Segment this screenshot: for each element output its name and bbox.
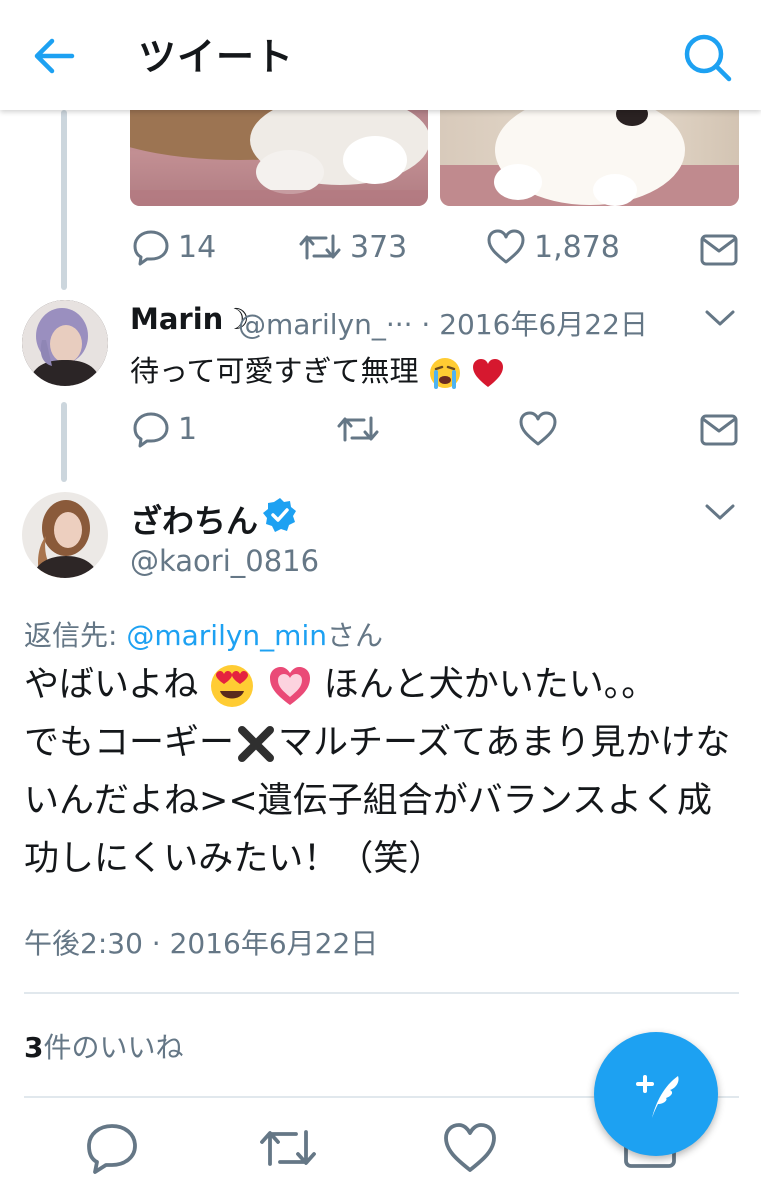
top-bar: ツイート: [0, 0, 761, 110]
reply-to-suffix: さん: [326, 619, 383, 652]
dm-button[interactable]: [700, 414, 738, 446]
like-button[interactable]: [518, 410, 558, 448]
tweet-text-part: やばいよね: [24, 665, 199, 705]
like-icon: [519, 411, 557, 446]
back-button[interactable]: [28, 30, 80, 82]
like-count: 1,878: [534, 229, 620, 265]
page-title: ツイート: [138, 35, 295, 79]
reply-text: 待って可愛すぎて無理: [130, 354, 419, 388]
author-handle[interactable]: @kaori_0816: [130, 544, 319, 578]
likes-label: 件のいいね: [43, 1031, 184, 1064]
reply-to-prefix: 返信先:: [24, 619, 127, 652]
search-icon: [684, 34, 732, 82]
tweet-menu-button[interactable]: [702, 500, 738, 524]
retweet-icon: [299, 234, 341, 260]
reply-icon: [133, 412, 169, 448]
retweet-count: 373: [350, 229, 408, 265]
photo-content: [440, 110, 739, 206]
reply-tweet-text: 待って可愛すぎて無理: [130, 348, 505, 390]
like-button[interactable]: [442, 1120, 498, 1176]
heart-eyes-emoji-icon: [211, 665, 254, 707]
retweet-button[interactable]: 373: [298, 228, 407, 266]
dm-button[interactable]: [700, 234, 738, 266]
tweet-text-part: ほんと犬かいたい。。: [323, 665, 657, 705]
likes-summary[interactable]: 3件のいいね: [24, 1026, 184, 1066]
reply-count: 14: [178, 229, 217, 265]
chevron-down-icon: [705, 310, 735, 326]
dm-icon: [700, 414, 738, 446]
photo-content: [130, 110, 428, 206]
crying-face-emoji-icon: [429, 358, 460, 389]
tweet-text: やばいよね ほんと犬かいたい。。 でもコーギー マルチーズてあまり見かけないんだ…: [24, 656, 744, 888]
tweet-timestamp: 午後2:30 · 2016年6月22日: [24, 927, 379, 960]
compose-icon: [636, 1075, 679, 1118]
tweet-photo-corgi[interactable]: [130, 110, 428, 206]
reply-button[interactable]: 1: [132, 410, 197, 448]
likes-count: 3: [24, 1031, 44, 1064]
reply-count: 1: [178, 411, 198, 447]
red-heart-emoji-icon: [473, 359, 503, 387]
reply-to-user-link[interactable]: @marilyn_min: [126, 619, 327, 652]
cross-mark-emoji-icon: [238, 726, 275, 762]
retweet-button[interactable]: [258, 1120, 316, 1176]
avatar-photo: [22, 492, 108, 578]
avatar[interactable]: [22, 492, 108, 578]
reply-icon: [133, 230, 169, 266]
retweet-icon: [260, 1130, 316, 1166]
avatar-photo: [22, 300, 108, 386]
tweet-text-part: でもコーギー: [24, 723, 235, 763]
thread-line: [61, 402, 67, 482]
pink-heart-emoji-icon: [269, 667, 310, 705]
like-icon: [487, 229, 525, 264]
dm-icon: [700, 234, 738, 266]
retweet-icon: [337, 416, 379, 442]
reply-author-meta: @marilyn_··· · 2016年6月22日: [238, 308, 648, 341]
divider: [24, 992, 739, 994]
back-arrow-icon: [34, 38, 75, 74]
reply-author-name[interactable]: Marin☽: [130, 302, 249, 336]
avatar[interactable]: [22, 300, 108, 386]
like-icon: [444, 1123, 496, 1172]
verified-badge-icon: [263, 498, 296, 532]
chevron-down-icon: [705, 504, 735, 520]
replying-to: 返信先: @marilyn_minさん: [24, 614, 383, 654]
reply-button[interactable]: [84, 1120, 140, 1176]
reply-icon: [87, 1124, 137, 1174]
search-button[interactable]: [680, 30, 734, 84]
author-name[interactable]: ざわちん: [130, 496, 258, 542]
compose-tweet-button[interactable]: [594, 1032, 718, 1156]
thread-line: [61, 110, 67, 290]
tweet-menu-button[interactable]: [702, 306, 738, 330]
retweet-button[interactable]: [336, 410, 380, 448]
tweet-photo-maltese[interactable]: [440, 110, 739, 206]
reply-button[interactable]: 14: [132, 228, 216, 266]
like-button[interactable]: 1,878: [486, 228, 620, 266]
